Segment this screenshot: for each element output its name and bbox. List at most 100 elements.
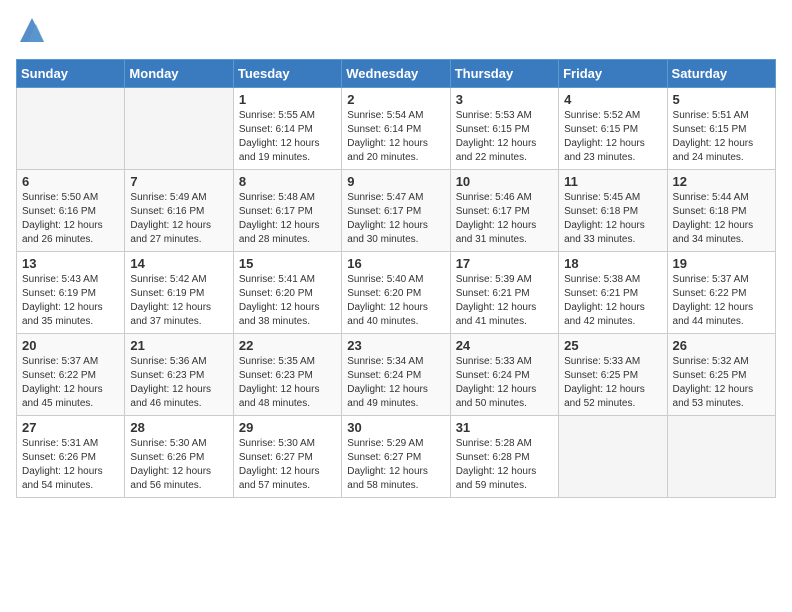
calendar-cell: 10Sunrise: 5:46 AMSunset: 6:17 PMDayligh… [450, 170, 558, 252]
cell-content: Sunrise: 5:55 AMSunset: 6:14 PMDaylight:… [239, 109, 336, 165]
day-number: 11 [564, 174, 661, 189]
calendar-cell: 27Sunrise: 5:31 AMSunset: 6:26 PMDayligh… [17, 416, 125, 498]
logo-icon [18, 16, 46, 44]
day-number: 3 [456, 92, 553, 107]
calendar-cell: 31 Sunrise: 5:28 AMSunset: 6:28 PMDayligh… [450, 416, 558, 498]
cell-content: Sunrise: 5:52 AMSunset: 6:15 PMDaylight:… [564, 109, 661, 165]
calendar-cell: 17 Sunrise: 5:39 AMSunset: 6:21 PMDayligh… [450, 252, 558, 334]
day-number: 27 [22, 420, 119, 435]
cell-content: Sunrise: 5:51 AMSunset: 6:15 PMDaylight:… [673, 109, 770, 165]
day-number: 23 [347, 338, 444, 353]
calendar-cell [125, 88, 233, 170]
day-number: 13 [22, 256, 119, 271]
cell-content: Sunrise: 5:53 AMSunset: 6:15 PMDaylight:… [456, 109, 553, 165]
header-wednesday: Wednesday [342, 60, 450, 88]
cell-content: Sunrise: 5:45 AMSunset: 6:18 PMDaylight:… [564, 191, 661, 247]
calendar-cell: 14 Sunrise: 5:42 AMSunset: 6:19 PMDayligh… [125, 252, 233, 334]
day-number: 24 [456, 338, 553, 353]
cell-content: Sunrise: 5:41 AMSunset: 6:20 PMDaylight:… [239, 273, 336, 329]
cell-content: Sunrise: 5:38 AMSunset: 6:21 PMDaylight:… [564, 273, 661, 329]
day-number: 4 [564, 92, 661, 107]
header-tuesday: Tuesday [233, 60, 341, 88]
calendar-cell: 7 Sunrise: 5:49 AMSunset: 6:16 PMDaylight… [125, 170, 233, 252]
calendar-week-4: 20 Sunrise: 5:37 AMSunset: 6:22 PMDayligh… [17, 334, 776, 416]
day-number: 6 [22, 174, 119, 189]
header-thursday: Thursday [450, 60, 558, 88]
header-monday: Monday [125, 60, 233, 88]
cell-content: Sunrise: 5:43 AMSunset: 6:19 PMDaylight:… [22, 273, 119, 329]
calendar-table: SundayMondayTuesdayWednesdayThursdayFrid… [16, 59, 776, 498]
calendar-week-5: 27Sunrise: 5:31 AMSunset: 6:26 PMDayligh… [17, 416, 776, 498]
calendar-cell: 19Sunrise: 5:37 AMSunset: 6:22 PMDayligh… [667, 252, 775, 334]
day-number: 5 [673, 92, 770, 107]
calendar-cell [17, 88, 125, 170]
header-sunday: Sunday [17, 60, 125, 88]
page-header [16, 16, 776, 49]
day-number: 29 [239, 420, 336, 435]
cell-content: Sunrise: 5:44 AMSunset: 6:18 PMDaylight:… [673, 191, 770, 247]
day-number: 31 [456, 420, 553, 435]
day-number: 18 [564, 256, 661, 271]
cell-content: Sunrise: 5:47 AMSunset: 6:17 PMDaylight:… [347, 191, 444, 247]
calendar-header-row: SundayMondayTuesdayWednesdayThursdayFrid… [17, 60, 776, 88]
cell-content: Sunrise: 5:33 AMSunset: 6:25 PMDaylight:… [564, 355, 661, 411]
calendar-cell: 26 Sunrise: 5:32 AMSunset: 6:25 PMDayligh… [667, 334, 775, 416]
calendar-cell: 6Sunrise: 5:50 AMSunset: 6:16 PMDaylight… [17, 170, 125, 252]
day-number: 25 [564, 338, 661, 353]
calendar-cell: 18 Sunrise: 5:38 AMSunset: 6:21 PMDayligh… [559, 252, 667, 334]
calendar-cell: 8 Sunrise: 5:48 AMSunset: 6:17 PMDaylight… [233, 170, 341, 252]
cell-content: Sunrise: 5:29 AMSunset: 6:27 PMDaylight:… [347, 437, 444, 493]
cell-content: Sunrise: 5:48 AMSunset: 6:17 PMDaylight:… [239, 191, 336, 247]
calendar-cell [559, 416, 667, 498]
cell-content: Sunrise: 5:36 AMSunset: 6:23 PMDaylight:… [130, 355, 227, 411]
day-number: 1 [239, 92, 336, 107]
calendar-cell: 25 Sunrise: 5:33 AMSunset: 6:25 PMDayligh… [559, 334, 667, 416]
calendar-cell: 28 Sunrise: 5:30 AMSunset: 6:26 PMDayligh… [125, 416, 233, 498]
day-number: 15 [239, 256, 336, 271]
calendar-cell: 1 Sunrise: 5:55 AMSunset: 6:14 PMDaylight… [233, 88, 341, 170]
cell-content: Sunrise: 5:33 AMSunset: 6:24 PMDaylight:… [456, 355, 553, 411]
day-number: 20 [22, 338, 119, 353]
calendar-cell: 11 Sunrise: 5:45 AMSunset: 6:18 PMDayligh… [559, 170, 667, 252]
cell-content: Sunrise: 5:32 AMSunset: 6:25 PMDaylight:… [673, 355, 770, 411]
calendar-cell: 16Sunrise: 5:40 AMSunset: 6:20 PMDayligh… [342, 252, 450, 334]
day-number: 7 [130, 174, 227, 189]
calendar-week-2: 6Sunrise: 5:50 AMSunset: 6:16 PMDaylight… [17, 170, 776, 252]
calendar-cell: 20 Sunrise: 5:37 AMSunset: 6:22 PMDayligh… [17, 334, 125, 416]
day-number: 10 [456, 174, 553, 189]
cell-content: Sunrise: 5:40 AMSunset: 6:20 PMDaylight:… [347, 273, 444, 329]
cell-content: Sunrise: 5:28 AMSunset: 6:28 PMDaylight:… [456, 437, 553, 493]
cell-content: Sunrise: 5:35 AMSunset: 6:23 PMDaylight:… [239, 355, 336, 411]
cell-content: Sunrise: 5:42 AMSunset: 6:19 PMDaylight:… [130, 273, 227, 329]
cell-content: Sunrise: 5:39 AMSunset: 6:21 PMDaylight:… [456, 273, 553, 329]
day-number: 22 [239, 338, 336, 353]
calendar-cell: 5 Sunrise: 5:51 AMSunset: 6:15 PMDaylight… [667, 88, 775, 170]
day-number: 26 [673, 338, 770, 353]
calendar-cell: 29Sunrise: 5:30 AMSunset: 6:27 PMDayligh… [233, 416, 341, 498]
day-number: 12 [673, 174, 770, 189]
cell-content: Sunrise: 5:34 AMSunset: 6:24 PMDaylight:… [347, 355, 444, 411]
day-number: 9 [347, 174, 444, 189]
calendar-cell: 9 Sunrise: 5:47 AMSunset: 6:17 PMDaylight… [342, 170, 450, 252]
calendar-cell: 21 Sunrise: 5:36 AMSunset: 6:23 PMDayligh… [125, 334, 233, 416]
day-number: 8 [239, 174, 336, 189]
day-number: 2 [347, 92, 444, 107]
day-number: 14 [130, 256, 227, 271]
calendar-cell [667, 416, 775, 498]
calendar-week-3: 13 Sunrise: 5:43 AMSunset: 6:19 PMDayligh… [17, 252, 776, 334]
day-number: 30 [347, 420, 444, 435]
day-number: 19 [673, 256, 770, 271]
day-number: 21 [130, 338, 227, 353]
calendar-week-1: 1 Sunrise: 5:55 AMSunset: 6:14 PMDaylight… [17, 88, 776, 170]
calendar-cell: 2Sunrise: 5:54 AMSunset: 6:14 PMDaylight… [342, 88, 450, 170]
calendar-cell: 23 Sunrise: 5:34 AMSunset: 6:24 PMDayligh… [342, 334, 450, 416]
cell-content: Sunrise: 5:30 AMSunset: 6:26 PMDaylight:… [130, 437, 227, 493]
calendar-cell: 12 Sunrise: 5:44 AMSunset: 6:18 PMDayligh… [667, 170, 775, 252]
header-saturday: Saturday [667, 60, 775, 88]
day-number: 17 [456, 256, 553, 271]
calendar-cell: 3 Sunrise: 5:53 AMSunset: 6:15 PMDaylight… [450, 88, 558, 170]
calendar-cell: 22 Sunrise: 5:35 AMSunset: 6:23 PMDayligh… [233, 334, 341, 416]
cell-content: Sunrise: 5:37 AMSunset: 6:22 PMDaylight:… [22, 355, 119, 411]
day-number: 28 [130, 420, 227, 435]
cell-content: Sunrise: 5:49 AMSunset: 6:16 PMDaylight:… [130, 191, 227, 247]
